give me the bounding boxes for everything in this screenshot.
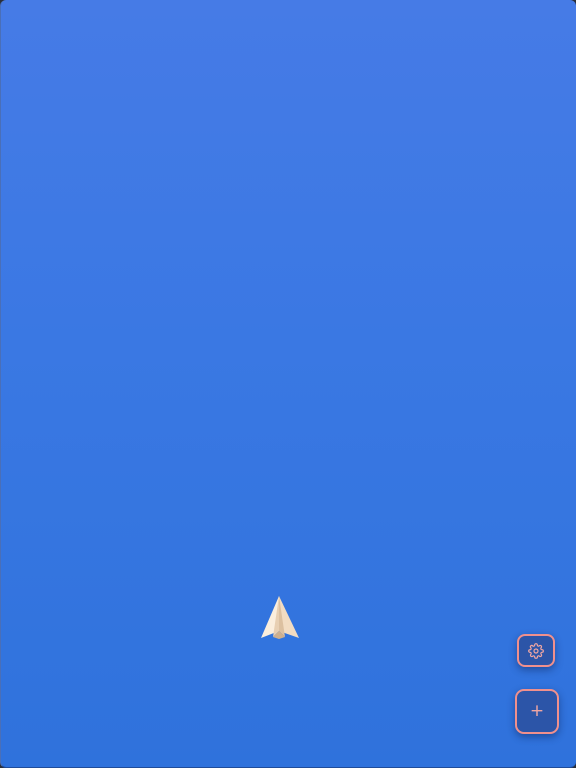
- settings-button[interactable]: [517, 634, 555, 667]
- paper-plane-icon: [260, 595, 300, 641]
- plus-icon: +: [529, 701, 545, 721]
- canvas[interactable]: +: [1, 0, 576, 767]
- add-button[interactable]: +: [515, 689, 559, 734]
- app-window: +: [0, 0, 576, 768]
- gear-icon: [528, 642, 544, 659]
